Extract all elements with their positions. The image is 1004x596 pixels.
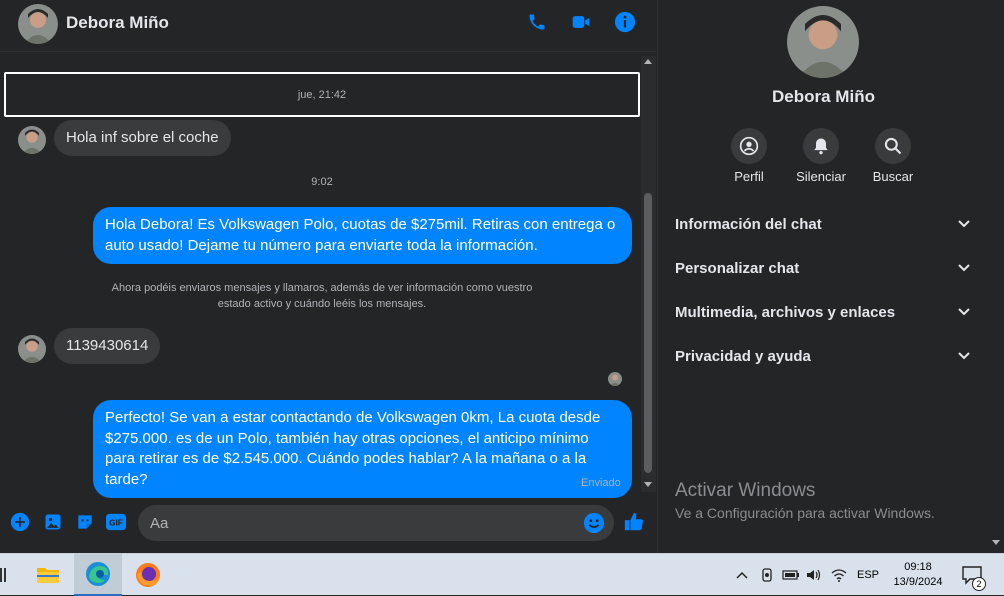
windows-taskbar: ESP 09:18 13/9/2024 2	[0, 553, 1004, 596]
incoming-message[interactable]: Hola inf sobre el coche	[54, 120, 231, 156]
search-label: Buscar	[872, 169, 914, 184]
language-indicator[interactable]: ESP	[853, 554, 883, 596]
watermark-subtitle: Ve a Configuración para activar Windows.	[675, 505, 935, 521]
sender-avatar[interactable]	[18, 335, 46, 363]
task-view-icon[interactable]	[0, 568, 6, 582]
bell-icon	[803, 128, 839, 164]
messenger-window: Debora Miño jue, 21:42 Hola inf sobre el…	[0, 0, 1004, 553]
section-title: Privacidad y ayuda	[675, 347, 811, 365]
profile-name: Debora Miño	[772, 87, 875, 106]
chat-scrollbar[interactable]	[641, 56, 656, 492]
chevron-down-icon	[958, 264, 970, 272]
incoming-message[interactable]: 1139430614	[54, 328, 161, 364]
section-title: Multimedia, archivos y enlaces	[675, 303, 896, 321]
notification-count-badge: 2	[972, 577, 986, 591]
windows-activation-watermark: Activar Windows Ve a Configuración para …	[675, 480, 935, 521]
search-icon	[875, 128, 911, 164]
edge-browser-icon[interactable]	[74, 554, 122, 596]
message-list[interactable]: jue, 21:42 Hola inf sobre el coche 9:02 …	[0, 56, 656, 498]
profile-icon	[731, 128, 767, 164]
gif-icon[interactable]: GIF	[104, 510, 128, 534]
composer: GIF	[0, 497, 656, 553]
section-customize-chat[interactable]: Personalizar chat	[666, 248, 980, 288]
emoji-icon[interactable]	[582, 511, 606, 535]
section-title: Información del chat	[675, 215, 822, 233]
sticker-icon[interactable]	[73, 510, 97, 534]
photo-icon[interactable]	[41, 510, 65, 534]
chevron-down-icon	[958, 220, 970, 228]
clock-date: 13/9/2024	[893, 576, 943, 588]
chat-title[interactable]: Debora Miño	[66, 13, 169, 33]
section-privacy-help[interactable]: Privacidad y ayuda	[666, 336, 980, 376]
contact-avatar[interactable]	[18, 4, 58, 44]
device-icon[interactable]	[759, 554, 775, 596]
wifi-icon[interactable]	[829, 554, 849, 596]
scroll-up-arrow-icon[interactable]	[644, 59, 652, 64]
notification-center-icon[interactable]: 2	[957, 554, 989, 596]
search-button[interactable]: Buscar	[858, 128, 928, 184]
chevron-down-icon	[958, 308, 970, 316]
date-divider: jue, 21:42	[4, 72, 640, 117]
contact-info-pane: Debora Miño Perfil Silenciar Buscar Info…	[657, 0, 988, 553]
section-media-files[interactable]: Multimedia, archivos y enlaces	[666, 292, 980, 332]
scroll-thumb[interactable]	[644, 193, 652, 473]
profile-button[interactable]: Perfil	[714, 128, 784, 184]
read-receipt-avatar	[608, 372, 622, 386]
profile-avatar[interactable]	[787, 6, 859, 78]
mute-label: Silenciar	[796, 169, 846, 184]
message-time: 9:02	[311, 176, 333, 188]
plus-icon[interactable]	[8, 510, 32, 534]
battery-icon[interactable]	[781, 554, 801, 596]
section-title: Personalizar chat	[675, 259, 800, 277]
message-input[interactable]	[150, 505, 570, 541]
file-explorer-icon[interactable]	[24, 554, 72, 596]
profile-label: Perfil	[734, 169, 764, 184]
chevron-down-icon	[958, 352, 970, 360]
watermark-title: Activar Windows	[675, 480, 816, 501]
like-thumb-icon[interactable]	[622, 510, 646, 534]
info-icon[interactable]	[613, 10, 637, 34]
clock[interactable]: 09:18 13/9/2024	[887, 554, 949, 596]
message-input-container[interactable]	[138, 505, 614, 541]
outgoing-message[interactable]: Perfecto! Se van a estar contactando de …	[93, 400, 632, 498]
chat-header: Debora Miño	[0, 0, 656, 52]
firefox-icon[interactable]	[124, 554, 172, 596]
volume-icon[interactable]	[805, 554, 823, 596]
delivery-status: Enviado	[581, 477, 621, 489]
window-scrollbar[interactable]	[988, 0, 1004, 553]
phone-call-icon[interactable]	[525, 10, 549, 34]
svg-text:GIF: GIF	[109, 519, 123, 528]
show-hidden-icons-chevron-icon[interactable]	[734, 554, 750, 596]
video-call-icon[interactable]	[569, 10, 593, 34]
mute-button[interactable]: Silenciar	[786, 128, 856, 184]
chat-pane: Debora Miño jue, 21:42 Hola inf sobre el…	[0, 0, 656, 553]
scroll-down-arrow-icon[interactable]	[992, 540, 1000, 545]
outgoing-message[interactable]: Hola Debora! Es Volkswagen Polo, cuotas …	[93, 207, 632, 264]
scroll-down-arrow-icon[interactable]	[644, 482, 652, 487]
clock-time: 09:18	[904, 561, 932, 573]
section-chat-info[interactable]: Información del chat	[666, 204, 980, 244]
connection-notice: Ahora podéis enviaros mensajes y llamaro…	[111, 282, 533, 310]
sender-avatar[interactable]	[18, 126, 46, 154]
